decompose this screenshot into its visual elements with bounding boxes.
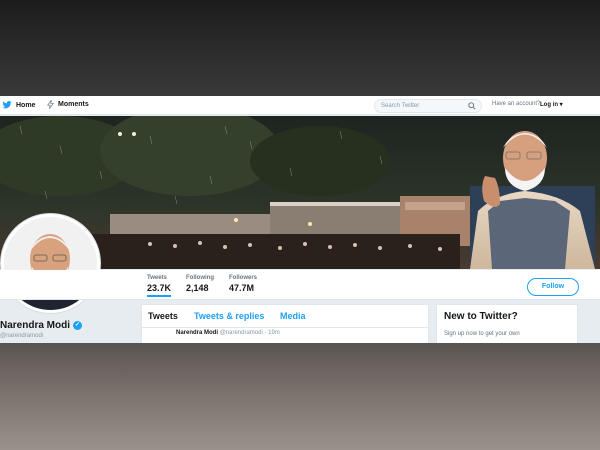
tweet-preview-header: Narendra Modi @narendramodi · 19m <box>176 330 280 336</box>
profile-nav: Tweets 23.7K Following 2,148 Followers 4… <box>0 270 600 300</box>
tweet-author: Narendra Modi <box>176 330 219 336</box>
profile-handle: @narendramodi <box>0 333 44 339</box>
twitter-bird-icon <box>2 101 12 109</box>
login-link[interactable]: Log in ▾ <box>540 101 563 108</box>
nav-home[interactable]: Home <box>2 100 35 110</box>
stat-followers[interactable]: Followers 47.7M <box>229 275 257 293</box>
stat-tweets-value: 23.7K <box>147 283 172 293</box>
nav-moments[interactable]: Moments <box>47 100 89 109</box>
top-navigation: Home Moments Search Twitter Have an acco… <box>0 96 600 115</box>
profile-name-row: Narendra Modi ✓ <box>0 320 83 331</box>
stat-tweets-label: Tweets <box>147 275 167 281</box>
stat-following-value: 2,148 <box>186 283 209 293</box>
new-card-title: New to Twitter? <box>444 311 518 322</box>
stat-following[interactable]: Following 2,148 <box>186 275 214 293</box>
search-placeholder: Search Twitter <box>381 103 420 109</box>
new-to-twitter-card: New to Twitter? Sign up now to get your … <box>436 304 578 343</box>
profile-name: Narendra Modi <box>0 320 71 331</box>
follow-button[interactable]: Follow <box>527 278 579 296</box>
nav-moments-label: Moments <box>58 101 89 108</box>
search-input[interactable]: Search Twitter <box>374 99 482 113</box>
account-prompt: Have an account? <box>492 101 541 107</box>
nav-home-label: Home <box>16 101 36 109</box>
timeline-divider <box>142 327 428 328</box>
verified-icon: ✓ <box>73 321 83 330</box>
stat-tweets[interactable]: Tweets 23.7K <box>147 275 172 297</box>
tab-media[interactable]: Media <box>280 311 306 321</box>
twitter-profile-screen: Home Moments Search Twitter Have an acco… <box>0 96 600 343</box>
stat-followers-label: Followers <box>229 275 258 281</box>
stat-following-label: Following <box>186 275 214 281</box>
tweet-meta: @narendramodi · 19m <box>219 330 280 336</box>
timeline: Tweets Tweets & replies Media Narendra M… <box>141 304 429 343</box>
lightning-icon <box>47 100 54 109</box>
photo-bottom-band <box>0 343 600 450</box>
photo-top-band <box>0 0 600 96</box>
tab-tweets-replies[interactable]: Tweets & replies <box>194 311 264 321</box>
search-icon[interactable] <box>468 102 476 110</box>
new-card-subtitle: Sign up now to get your own <box>444 331 520 337</box>
tab-tweets[interactable]: Tweets <box>148 311 178 321</box>
stat-followers-value: 47.7M <box>229 283 255 293</box>
